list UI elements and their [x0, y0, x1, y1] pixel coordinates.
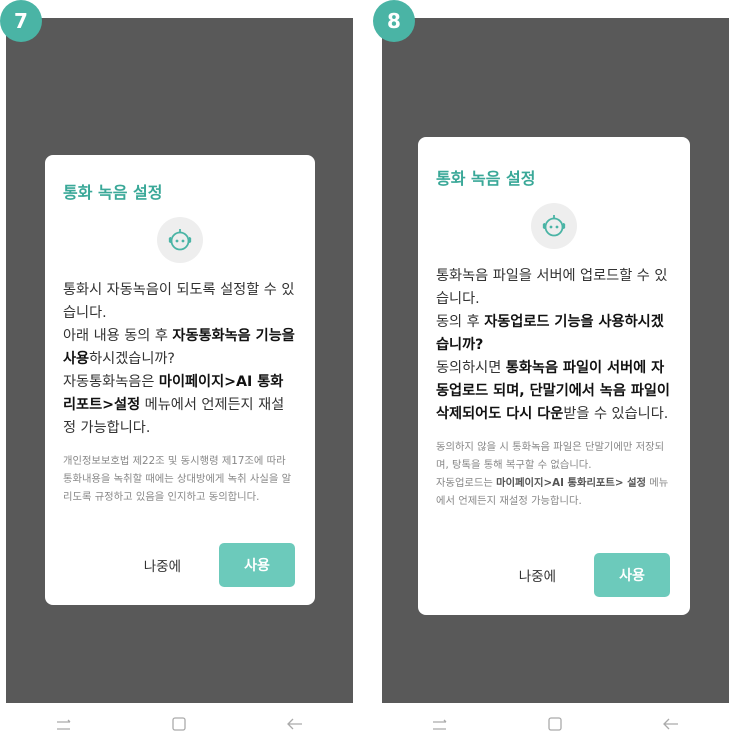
android-navbar: [382, 703, 729, 745]
dialog-actions: 나중에 사용: [144, 543, 295, 587]
screenshot-panel-7: 7 통화 녹음 설정 통화시 자동녹음이 되도록 설정할 수 있습니다. 아래 내…: [0, 0, 353, 745]
dialog-notice: 개인정보보호법 제22조 및 동시행령 제17조에 따라 통화내용을 녹취할 때…: [63, 455, 292, 503]
dialog-actions: 나중에 사용: [519, 553, 670, 597]
home-icon[interactable]: [159, 716, 199, 732]
dialog-title: 통화 녹음 설정: [436, 169, 536, 188]
later-button[interactable]: 나중에: [144, 555, 181, 575]
dialog-notice: 동의하지 않을 시 통화녹음 파일은 단말기에만 저장되며, 탕톡을 통해 복구…: [436, 441, 669, 507]
back-icon[interactable]: [651, 717, 691, 731]
step-badge: 8: [373, 0, 415, 42]
dialog-message: 통화시 자동녹음이 되도록 설정할 수 있습니다. 아래 내용 동의 후 자동통화…: [63, 282, 295, 436]
recent-apps-icon[interactable]: [44, 717, 84, 731]
recording-settings-dialog: 통화 녹음 설정 통화시 자동녹음이 되도록 설정할 수 있습니다. 아래 내용 …: [45, 155, 315, 605]
later-button[interactable]: 나중에: [519, 565, 556, 585]
recent-apps-icon[interactable]: [420, 717, 460, 731]
robot-icon: [531, 203, 577, 249]
use-button[interactable]: 사용: [594, 553, 670, 597]
step-badge: 7: [0, 0, 42, 42]
home-icon[interactable]: [535, 716, 575, 732]
robot-icon: [157, 217, 203, 263]
use-button[interactable]: 사용: [219, 543, 295, 587]
android-navbar: [6, 703, 353, 745]
screenshot-panel-8: 8 통화 녹음 설정 통화녹음 파일을 서버에 업로드할 수 있습니다. 동의 후…: [373, 0, 729, 745]
back-icon[interactable]: [275, 717, 315, 731]
recording-settings-dialog: 통화 녹음 설정 통화녹음 파일을 서버에 업로드할 수 있습니다. 동의 후 자…: [418, 137, 690, 615]
dialog-message: 통화녹음 파일을 서버에 업로드할 수 있습니다. 동의 후 자동업로드 기능을 …: [436, 268, 670, 422]
dialog-title: 통화 녹음 설정: [63, 183, 163, 202]
